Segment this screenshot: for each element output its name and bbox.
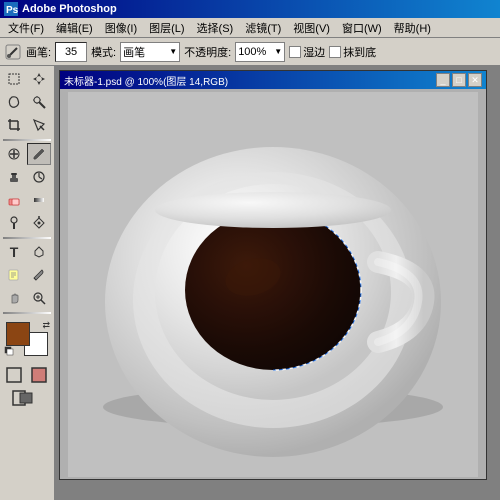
- tool-row-7: [2, 212, 52, 234]
- history-tool[interactable]: [27, 166, 51, 188]
- shape-tool[interactable]: [27, 241, 51, 263]
- hand-tool[interactable]: [2, 287, 26, 309]
- svg-text:Ps: Ps: [6, 5, 18, 16]
- opacity-dropdown-arrow: ▼: [274, 47, 282, 56]
- airbrush-group: 抹到底: [329, 44, 376, 60]
- title-bar: Ps Adobe Photoshop: [0, 0, 500, 18]
- tool-row-10: [2, 287, 52, 309]
- color-swatches: ⇄: [2, 318, 52, 360]
- menu-select[interactable]: 选择(S): [191, 18, 240, 38]
- mode-label: 模式:: [91, 44, 116, 60]
- canvas-area: 未标器-1.psd @ 100%(图层 14,RGB) _ □ ✕: [55, 66, 500, 500]
- gradient-tool[interactable]: [27, 189, 51, 211]
- wet-edges-checkbox[interactable]: [289, 46, 301, 58]
- screen-mode-btn[interactable]: [2, 387, 52, 409]
- standard-mode-btn[interactable]: [2, 364, 26, 386]
- menu-file[interactable]: 文件(F): [2, 18, 50, 38]
- brush-tool[interactable]: [27, 143, 51, 165]
- menu-layer[interactable]: 图层(L): [143, 18, 190, 38]
- brush-icon: [4, 43, 22, 61]
- slice-tool[interactable]: [27, 114, 51, 136]
- opacity-select[interactable]: 100% ▼: [235, 42, 285, 62]
- close-button[interactable]: ✕: [468, 73, 482, 87]
- toolbox: T: [0, 66, 55, 500]
- wet-edges-group: 湿边: [289, 44, 325, 60]
- menu-image[interactable]: 图像(I): [99, 18, 143, 38]
- move-tool[interactable]: [27, 68, 51, 90]
- coffee-cup-illustration: [68, 92, 478, 477]
- brush-label: 画笔:: [26, 44, 51, 60]
- notes-tool[interactable]: [2, 264, 26, 286]
- tool-divider-3: [3, 312, 51, 314]
- stamp-tool[interactable]: [2, 166, 26, 188]
- tool-row-9: [2, 264, 52, 286]
- eraser-tool[interactable]: [2, 189, 26, 211]
- text-tool-icon: T: [10, 244, 19, 260]
- menu-bar: 文件(F) 编辑(E) 图像(I) 图层(L) 选择(S) 滤镜(T) 视图(V…: [0, 18, 500, 38]
- airbrush-label: 抹到底: [343, 44, 376, 60]
- tool-row-4: [2, 143, 52, 165]
- quick-mask-btn[interactable]: [27, 364, 51, 386]
- minimize-button[interactable]: _: [436, 73, 450, 87]
- brush-size-input[interactable]: 35: [55, 42, 87, 62]
- menu-edit[interactable]: 编辑(E): [50, 18, 99, 38]
- dodge-tool[interactable]: [2, 212, 26, 234]
- menu-window[interactable]: 窗口(W): [336, 18, 388, 38]
- marquee-tool[interactable]: [2, 68, 26, 90]
- mode-select[interactable]: 画笔 ▼: [120, 42, 180, 62]
- screen-mode-row: [2, 387, 52, 409]
- airbrush-checkbox[interactable]: [329, 46, 341, 58]
- menu-view[interactable]: 视图(V): [287, 18, 336, 38]
- healing-tool[interactable]: [2, 143, 26, 165]
- menu-filter[interactable]: 滤镜(T): [239, 18, 287, 38]
- menu-help[interactable]: 帮助(H): [388, 18, 437, 38]
- opacity-label: 不透明度:: [184, 44, 231, 60]
- tool-row-2: [2, 91, 52, 113]
- wet-edges-label: 湿边: [303, 44, 325, 60]
- document-window: 未标器-1.psd @ 100%(图层 14,RGB) _ □ ✕: [59, 70, 487, 480]
- pen-tool[interactable]: [27, 212, 51, 234]
- app-title: Adobe Photoshop: [22, 3, 117, 15]
- app-icon: Ps: [4, 2, 18, 16]
- document-controls: _ □ ✕: [436, 73, 482, 87]
- crop-tool[interactable]: [2, 114, 26, 136]
- foreground-color-swatch[interactable]: [6, 322, 30, 346]
- tool-row-6: [2, 189, 52, 211]
- mode-dropdown-arrow: ▼: [169, 47, 177, 56]
- tool-row-1: [2, 68, 52, 90]
- magic-wand-tool[interactable]: [27, 91, 51, 113]
- tool-row-5: [2, 166, 52, 188]
- tool-row-3: [2, 114, 52, 136]
- main-area: T: [0, 66, 500, 500]
- options-bar: 画笔: 35 模式: 画笔 ▼ 不透明度: 100% ▼ 湿边 抹到底: [0, 38, 500, 66]
- tool-divider-2: [3, 237, 51, 239]
- eyedropper-tool[interactable]: [27, 264, 51, 286]
- swap-colors-icon[interactable]: ⇄: [42, 320, 50, 331]
- document-title: 未标器-1.psd @ 100%(图层 14,RGB): [64, 73, 228, 88]
- tool-row-8: T: [2, 241, 52, 263]
- lasso-tool[interactable]: [2, 91, 26, 113]
- zoom-tool[interactable]: [27, 287, 51, 309]
- default-colors-icon[interactable]: [4, 346, 14, 358]
- text-tool[interactable]: T: [2, 241, 26, 263]
- maximize-button[interactable]: □: [452, 73, 466, 87]
- document-titlebar: 未标器-1.psd @ 100%(图层 14,RGB) _ □ ✕: [60, 71, 486, 89]
- document-canvas: [60, 89, 486, 479]
- quick-mask-row: [2, 364, 52, 386]
- tool-divider-1: [3, 139, 51, 141]
